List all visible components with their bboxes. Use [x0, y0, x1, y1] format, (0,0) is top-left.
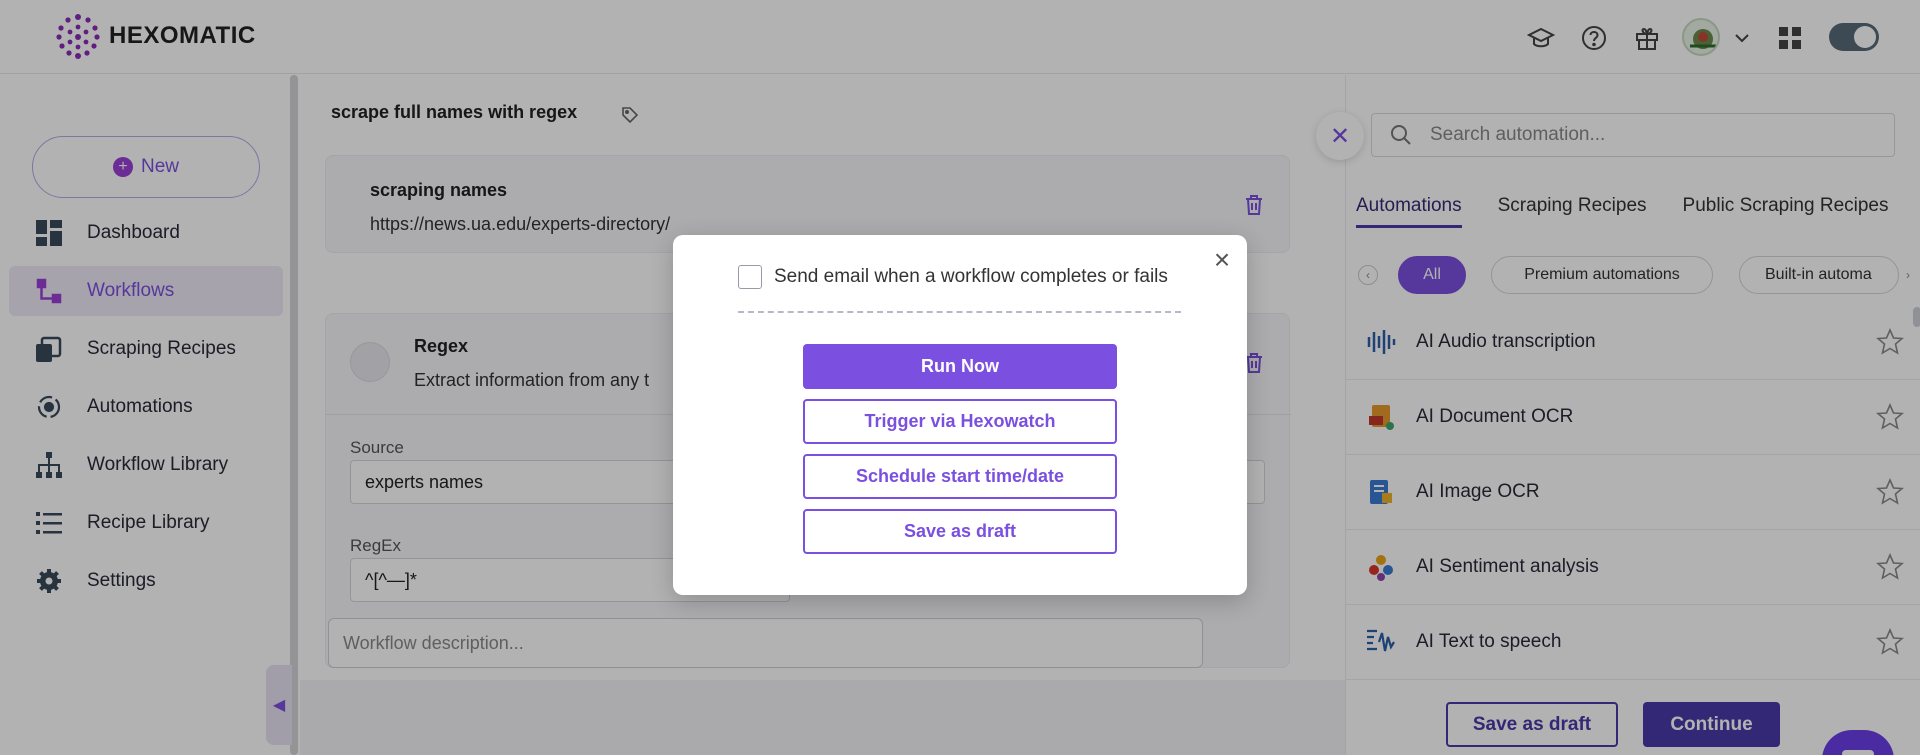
close-icon[interactable]: ×: [1209, 246, 1235, 274]
email-checkbox-label: Send email when a workflow completes or …: [774, 266, 1168, 287]
trigger-hexowatch-button[interactable]: Trigger via Hexowatch: [803, 399, 1117, 444]
dashed-divider: [738, 311, 1181, 313]
email-checkbox[interactable]: [738, 265, 762, 289]
run-now-button[interactable]: Run Now: [803, 344, 1117, 389]
email-notification-option[interactable]: Send email when a workflow completes or …: [738, 265, 1168, 289]
schedule-button[interactable]: Schedule start time/date: [803, 454, 1117, 499]
modal-save-draft-button[interactable]: Save as draft: [803, 509, 1117, 554]
run-workflow-modal: × Send email when a workflow completes o…: [673, 235, 1247, 595]
